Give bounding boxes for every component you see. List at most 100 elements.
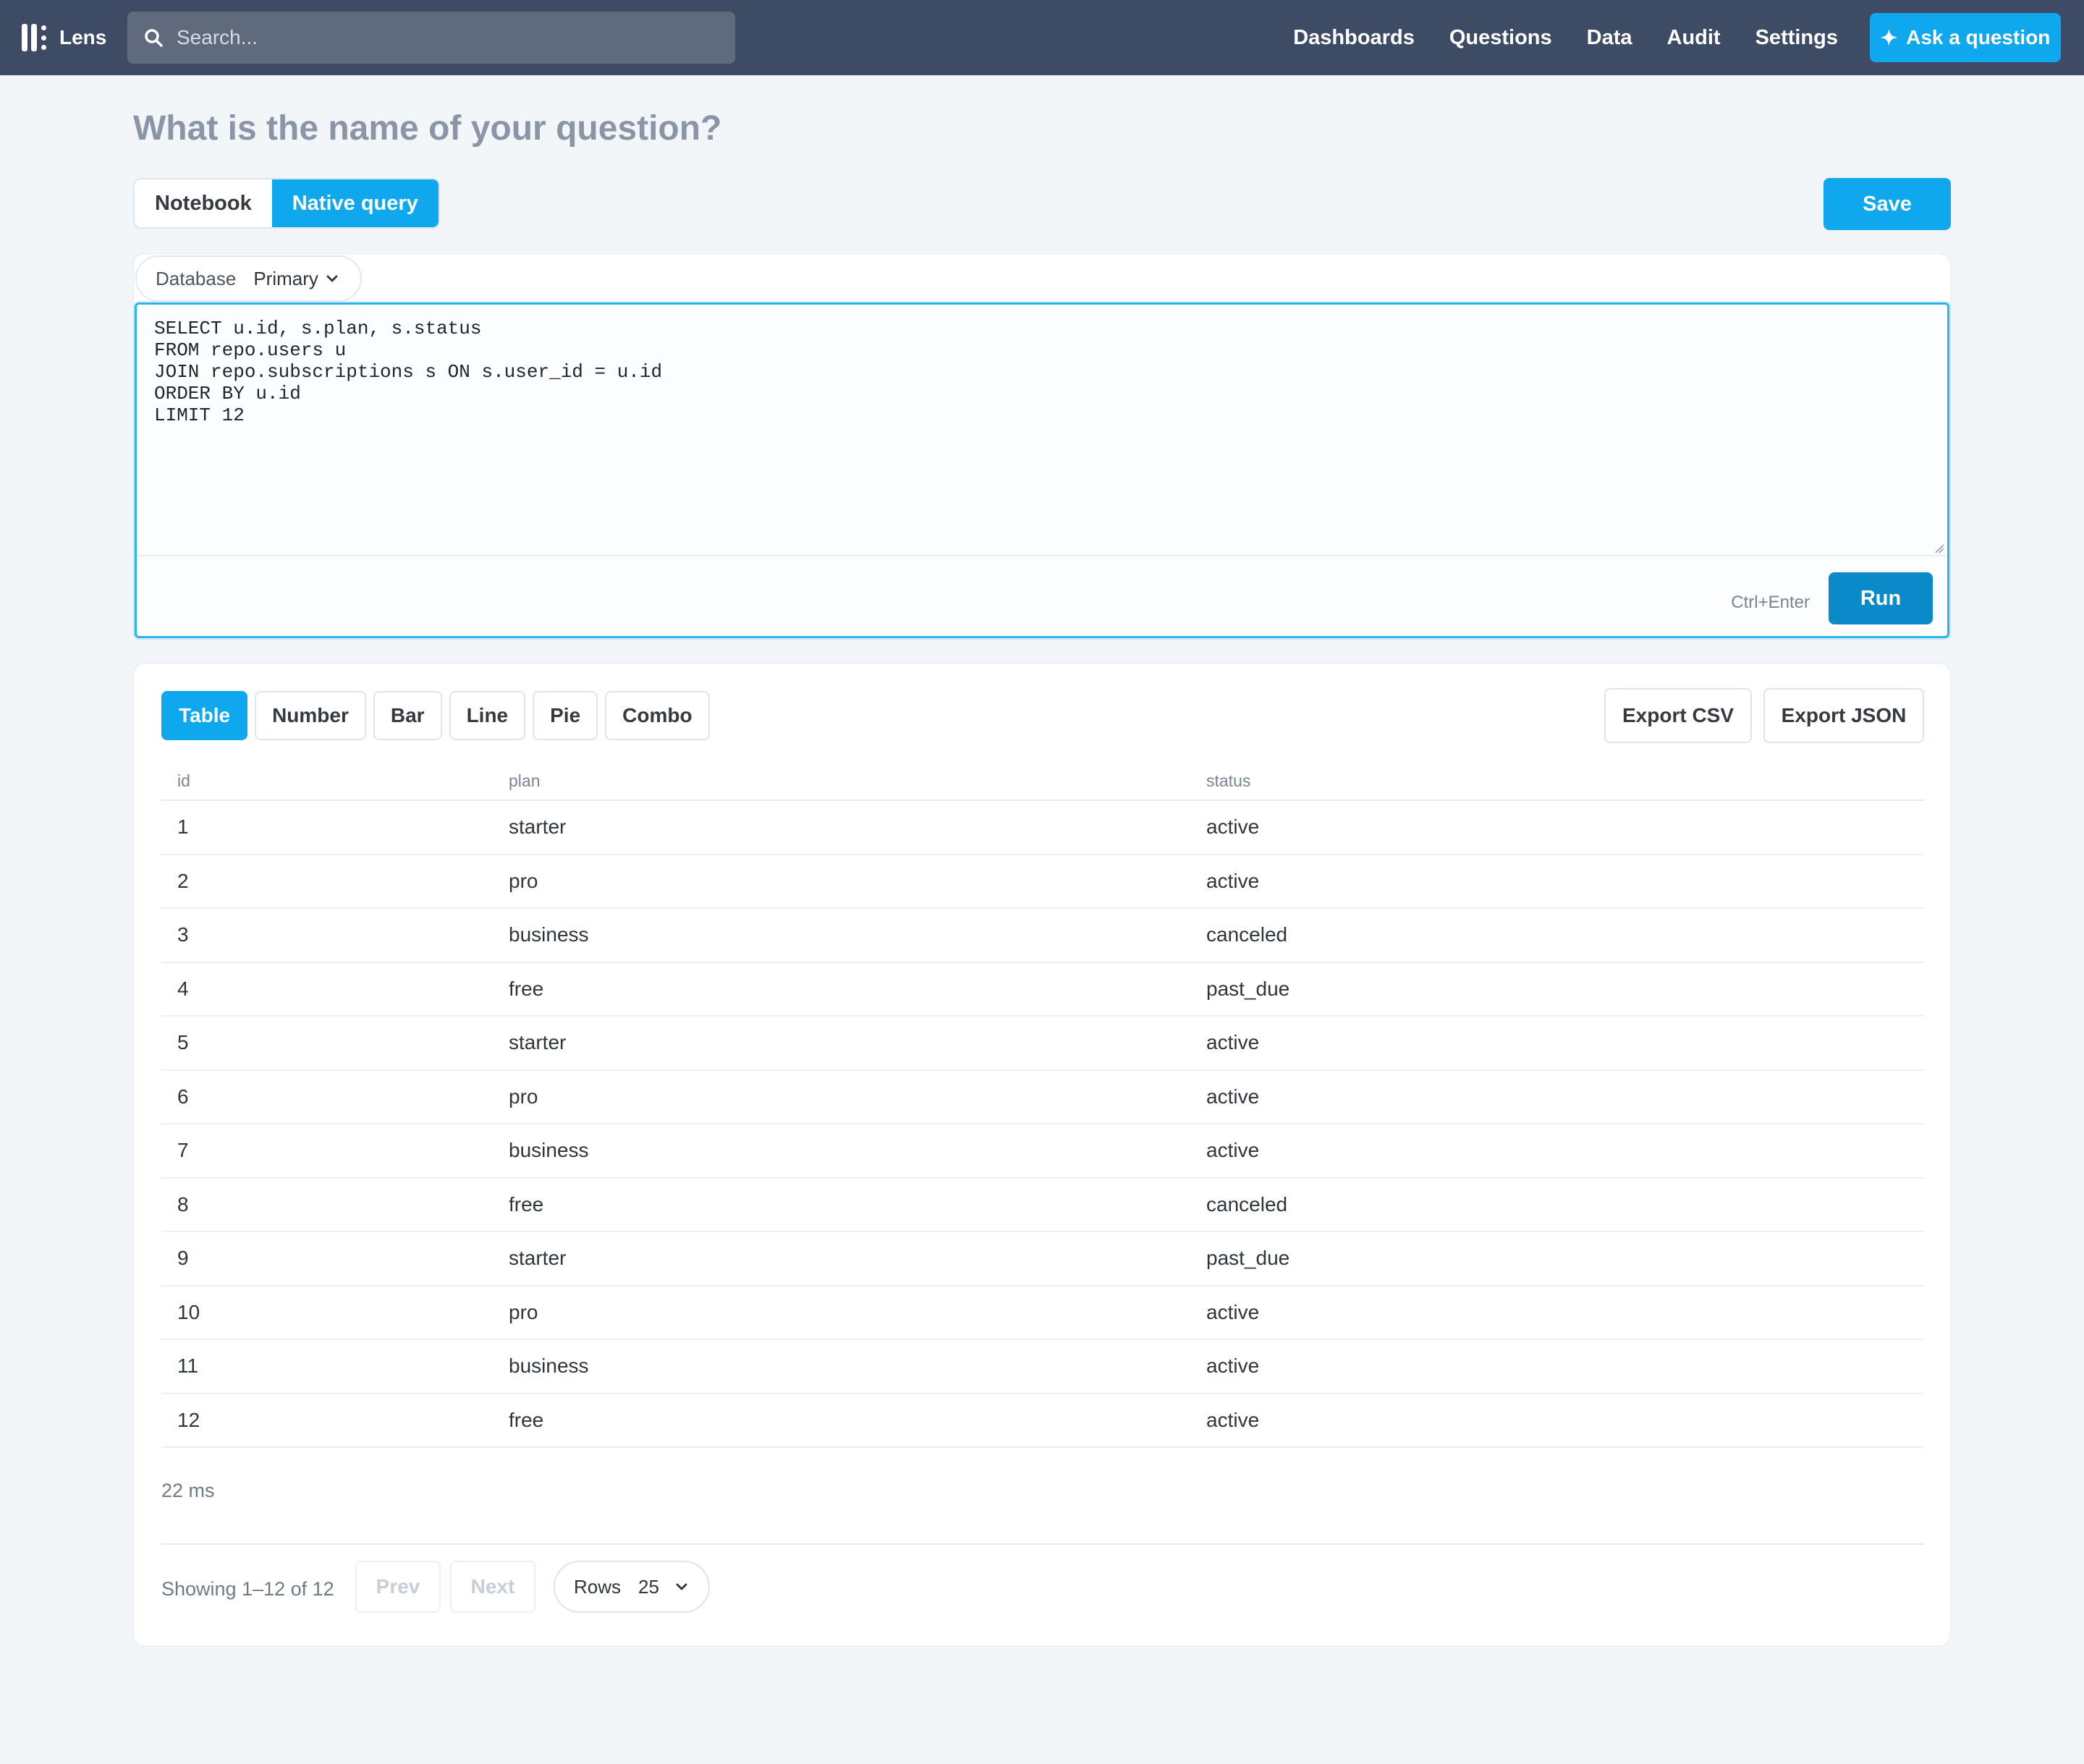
table-row[interactable]: 2 pro active: [161, 855, 1924, 909]
table-header: id plan status: [161, 762, 1924, 801]
app-name: Lens: [59, 26, 107, 48]
cell-id: 4: [177, 977, 189, 1000]
cell-status: active: [1206, 815, 1260, 839]
cell-status: past_due: [1206, 1247, 1290, 1270]
main-nav: Dashboards Questions Data Audit Settings: [1258, 0, 1838, 75]
column-header-plan[interactable]: plan: [509, 771, 1206, 791]
top-bar: Lens Dashboards Questions Data Audit Set…: [0, 0, 2084, 75]
table-row[interactable]: 7 business active: [161, 1124, 1924, 1179]
cell-status: active: [1206, 1300, 1260, 1323]
search-input[interactable]: [177, 26, 727, 49]
run-button[interactable]: Run: [1829, 572, 1933, 624]
sql-text[interactable]: SELECT u.id, s.plan, s.status FROM repo.…: [154, 318, 662, 426]
next-page-button[interactable]: Next: [450, 1561, 535, 1613]
cell-plan: free: [509, 1192, 544, 1216]
table-body: 1 starter active 2 pro active 3 business cancele…: [161, 801, 1924, 1448]
table-row[interactable]: 8 free canceled: [161, 1179, 1924, 1232]
resize-handle-icon[interactable]: [1934, 543, 1944, 554]
mode-toggle: Notebook Native query: [133, 178, 440, 229]
export-csv-button[interactable]: Export CSV: [1604, 688, 1752, 743]
cell-id: 6: [177, 1085, 189, 1108]
cell-status: active: [1206, 1354, 1260, 1378]
table-row[interactable]: 12 free active: [161, 1394, 1924, 1448]
cell-id: 11: [177, 1354, 199, 1378]
cell-plan: starter: [509, 1031, 567, 1054]
viz-tab-bar[interactable]: Bar: [373, 691, 442, 740]
cell-plan: business: [509, 1139, 589, 1162]
pagination-summary: Showing 1–12 of 12: [161, 1578, 334, 1600]
cell-id: 1: [177, 815, 189, 839]
table-row[interactable]: 10 pro active: [161, 1286, 1924, 1340]
table-row[interactable]: 11 business active: [161, 1340, 1924, 1394]
table-row[interactable]: 3 business canceled: [161, 909, 1924, 963]
cell-plan: pro: [509, 869, 538, 892]
cell-id: 2: [177, 869, 189, 892]
cell-plan: starter: [509, 1247, 567, 1270]
table-row[interactable]: 9 starter past_due: [161, 1232, 1924, 1286]
viz-tab-line[interactable]: Line: [449, 691, 526, 740]
viz-tab-pie[interactable]: Pie: [533, 691, 598, 740]
visualization-tabs: Table Number Bar Line Pie Combo: [161, 691, 717, 740]
sparkle-icon: ✦: [1880, 26, 1898, 49]
cell-status: active: [1206, 1031, 1260, 1054]
lens-logo-icon: [22, 23, 46, 52]
cell-plan: pro: [509, 1085, 538, 1108]
app-logo[interactable]: Lens: [22, 22, 106, 54]
cell-id: 10: [177, 1300, 200, 1323]
ask-question-label: Ask a question: [1906, 26, 2051, 48]
rows-label: Rows: [574, 1575, 622, 1598]
cell-status: active: [1206, 1085, 1260, 1108]
table-row[interactable]: 5 starter active: [161, 1017, 1924, 1071]
rows-per-page-select[interactable]: Rows 25: [554, 1561, 710, 1613]
table-row[interactable]: 4 free past_due: [161, 963, 1924, 1017]
search-icon: [143, 27, 164, 48]
table-row[interactable]: 1 starter active: [161, 801, 1924, 855]
sql-editor[interactable]: SELECT u.id, s.plan, s.status FROM repo.…: [135, 302, 1949, 638]
viz-tab-table[interactable]: Table: [161, 691, 248, 740]
nav-questions[interactable]: Questions: [1449, 26, 1552, 50]
cell-plan: free: [509, 1408, 544, 1431]
export-json-button[interactable]: Export JSON: [1763, 688, 1924, 743]
results-card: Table Number Bar Line Pie Combo Export C…: [133, 663, 1951, 1647]
cell-plan: business: [509, 923, 589, 946]
nav-data[interactable]: Data: [1587, 26, 1632, 50]
save-button[interactable]: Save: [1824, 178, 1951, 230]
cell-status: active: [1206, 1139, 1260, 1162]
nav-dashboards[interactable]: Dashboards: [1293, 26, 1415, 50]
cell-status: canceled: [1206, 1192, 1288, 1216]
footer-divider: [161, 1543, 1924, 1545]
cell-id: 5: [177, 1031, 189, 1054]
cell-plan: starter: [509, 815, 567, 839]
cell-status: past_due: [1206, 977, 1290, 1000]
cell-id: 9: [177, 1247, 189, 1270]
viz-tab-combo[interactable]: Combo: [605, 691, 710, 740]
cell-status: canceled: [1206, 923, 1288, 946]
column-header-status[interactable]: status: [1206, 771, 1858, 791]
query-editor-card: SELECT u.id, s.plan, s.status FROM repo.…: [133, 253, 1951, 640]
results-table: id plan status 1 starter active 2 pro active 3…: [161, 762, 1924, 1448]
database-value: Primary: [253, 267, 318, 289]
viz-tab-number[interactable]: Number: [255, 691, 366, 740]
cell-plan: business: [509, 1354, 589, 1378]
cell-id: 3: [177, 923, 189, 946]
cell-id: 12: [177, 1408, 200, 1431]
tab-native-query[interactable]: Native query: [271, 179, 439, 227]
table-row[interactable]: 6 pro active: [161, 1071, 1924, 1124]
ask-question-button[interactable]: ✦ Ask a question: [1870, 13, 2061, 62]
cell-plan: pro: [509, 1300, 538, 1323]
cell-plan: free: [509, 977, 544, 1000]
query-timing: 22 ms: [161, 1480, 215, 1501]
database-selector[interactable]: Database Primary: [135, 255, 362, 302]
question-title[interactable]: What is the name of your question?: [133, 109, 721, 148]
search-bar[interactable]: [127, 12, 735, 64]
run-shortcut-hint: Ctrl+Enter: [1731, 593, 1810, 612]
cell-id: 7: [177, 1139, 189, 1162]
cell-status: active: [1206, 869, 1260, 892]
cell-status: active: [1206, 1408, 1260, 1431]
tab-notebook[interactable]: Notebook: [135, 179, 272, 227]
editor-divider: [137, 555, 1947, 556]
nav-audit[interactable]: Audit: [1667, 26, 1721, 50]
column-header-id[interactable]: id: [177, 771, 525, 791]
prev-page-button[interactable]: Prev: [355, 1561, 441, 1613]
nav-settings[interactable]: Settings: [1755, 26, 1838, 50]
